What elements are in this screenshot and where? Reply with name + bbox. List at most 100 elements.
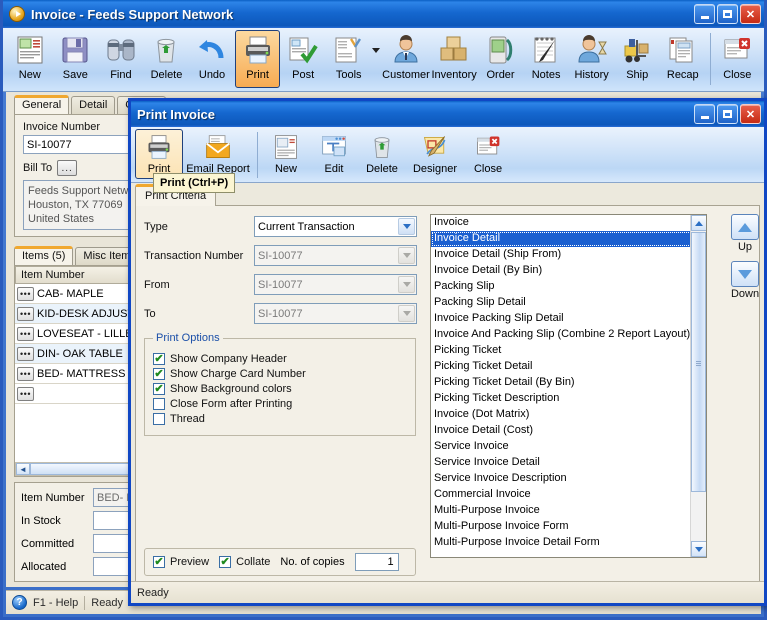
checkbox-icon[interactable]	[219, 556, 232, 568]
toolbar-label: Close	[723, 69, 752, 81]
checkbox-icon[interactable]	[153, 368, 165, 380]
dialog-button-edit[interactable]: Edit	[310, 129, 358, 179]
toolbar-label: Print	[246, 69, 269, 81]
toolbar-button-undo[interactable]: Undo	[189, 30, 235, 88]
toolbar-button-new[interactable]: New	[7, 30, 53, 88]
type-combobox[interactable]: Current Transaction	[254, 216, 417, 237]
list-item[interactable]: Picking Ticket Description	[431, 391, 706, 407]
detail-label-item-number: Item Number	[21, 491, 85, 504]
from-combobox[interactable]: SI-10077	[254, 274, 417, 295]
dialog-button-designer[interactable]: Designer	[406, 129, 464, 179]
move-down-button[interactable]	[731, 261, 759, 287]
list-item[interactable]: Service Invoice Detail	[431, 455, 706, 471]
checkbox-preview[interactable]: Preview	[153, 556, 209, 568]
tab-items[interactable]: Items (5)	[14, 246, 74, 265]
move-up-button[interactable]	[731, 214, 759, 240]
minimize-button[interactable]	[694, 4, 715, 24]
checkbox-label: Show Company Header	[170, 353, 287, 365]
tab-general[interactable]: General	[14, 95, 70, 114]
main-titlebar[interactable]: Invoice - Feeds Support Network ✕	[3, 0, 764, 28]
dialog-button-print[interactable]: Print	[135, 129, 183, 179]
toolbar-button-history[interactable]: History	[569, 30, 615, 88]
toolbar-button-tools[interactable]: Tools	[326, 30, 372, 88]
list-item[interactable]: Invoice And Packing Slip (Combine 2 Repo…	[431, 327, 706, 343]
toolbar-button-save[interactable]: Save	[53, 30, 99, 88]
scroll-up-icon[interactable]	[691, 215, 706, 231]
chevron-down-icon[interactable]	[398, 218, 415, 235]
row-lookup-icon[interactable]: •••	[17, 306, 34, 321]
checkbox-close-form-after-printing[interactable]: Close Form after Printing	[153, 398, 407, 410]
toolbar-button-find[interactable]: Find	[98, 30, 144, 88]
list-item[interactable]: Multi-Purpose Invoice Form	[431, 519, 706, 535]
report-list[interactable]: Invoice Invoice Detail Invoice Detail (S…	[430, 214, 707, 558]
checkbox-show-background-colors[interactable]: Show Background colors	[153, 383, 407, 395]
help-text[interactable]: F1 - Help	[33, 597, 78, 609]
dialog-minimize-button[interactable]	[694, 104, 715, 124]
dialog-close-button[interactable]: ✕	[740, 104, 761, 124]
dialog-button-email-report[interactable]: Email Report	[183, 129, 253, 179]
list-item[interactable]: Service Invoice Description	[431, 471, 706, 487]
row-lookup-icon[interactable]: •••	[17, 386, 34, 401]
tools-dropdown-caret[interactable]	[371, 48, 380, 53]
list-item[interactable]: Multi-Purpose Invoice	[431, 503, 706, 519]
checkbox-icon[interactable]	[153, 556, 165, 568]
list-item[interactable]: Picking Ticket	[431, 343, 706, 359]
report-list-scrollbar[interactable]	[690, 215, 706, 557]
toolbar-button-inventory[interactable]: Inventory	[431, 30, 478, 88]
list-item[interactable]: Commercial Invoice	[431, 487, 706, 503]
list-item[interactable]: Invoice (Dot Matrix)	[431, 407, 706, 423]
dialog-button-delete[interactable]: Delete	[358, 129, 406, 179]
row-lookup-icon[interactable]: •••	[17, 366, 34, 381]
toolbar-button-ship[interactable]: Ship	[614, 30, 660, 88]
dialog-button-new[interactable]: New	[262, 129, 310, 179]
toolbar-button-order[interactable]: Order	[478, 30, 524, 88]
row-lookup-icon[interactable]: •••	[17, 346, 34, 361]
checkbox-icon[interactable]	[153, 413, 165, 425]
checkbox-collate[interactable]: Collate	[219, 556, 270, 568]
scroll-down-icon[interactable]	[691, 541, 706, 557]
to-label: To	[144, 307, 156, 320]
checkbox-icon[interactable]	[153, 398, 165, 410]
list-item[interactable]: Service Invoice	[431, 439, 706, 455]
dialog-button-close[interactable]: Close	[464, 129, 512, 179]
to-combobox[interactable]: SI-10077	[254, 303, 417, 324]
checkbox-icon[interactable]	[153, 383, 165, 395]
list-item[interactable]: Packing Slip	[431, 279, 706, 295]
bill-to-lookup-button[interactable]: ...	[57, 160, 78, 176]
list-item[interactable]: Picking Ticket Detail	[431, 359, 706, 375]
toolbar-button-notes[interactable]: Notes	[523, 30, 569, 88]
row-lookup-icon[interactable]: •••	[17, 286, 34, 301]
maximize-button[interactable]	[717, 4, 738, 24]
list-item[interactable]: Packing Slip Detail	[431, 295, 706, 311]
close-button[interactable]: ✕	[740, 4, 761, 24]
bill-to-label: Bill To	[23, 162, 53, 174]
row-lookup-icon[interactable]: •••	[17, 326, 34, 341]
checkbox-show-charge-card-number[interactable]: Show Charge Card Number	[153, 368, 407, 380]
copies-input[interactable]: 1	[354, 553, 399, 571]
list-item[interactable]: Invoice Detail (By Bin)	[431, 263, 706, 279]
dialog-titlebar[interactable]: Print Invoice ✕	[131, 101, 764, 127]
list-item[interactable]: Multi-Purpose Invoice Detail Form	[431, 535, 706, 551]
list-item[interactable]: Invoice Detail (Cost)	[431, 423, 706, 439]
tab-detail[interactable]: Detail	[71, 96, 116, 114]
checkbox-icon[interactable]	[153, 353, 165, 365]
scrollbar-thumb[interactable]	[691, 232, 706, 492]
checkbox-show-company-header[interactable]: Show Company Header	[153, 353, 407, 365]
list-item[interactable]: Invoice Detail (Ship From)	[431, 247, 706, 263]
dialog-maximize-button[interactable]	[717, 104, 738, 124]
help-icon[interactable]: ?	[12, 595, 27, 610]
checkbox-thread[interactable]: Thread	[153, 413, 407, 425]
list-item[interactable]: Picking Ticket Detail (By Bin)	[431, 375, 706, 391]
list-item[interactable]: Invoice	[431, 215, 706, 231]
list-item-selected[interactable]: Invoice Detail	[431, 231, 706, 247]
toolbar-button-delete[interactable]: Delete	[144, 30, 190, 88]
toolbar-label: Ship	[626, 69, 649, 81]
toolbar-button-recap[interactable]: Recap	[660, 30, 706, 88]
transaction-number-combobox[interactable]: SI-10077	[254, 245, 417, 266]
toolbar-button-close[interactable]: Close	[714, 30, 760, 88]
toolbar-button-customer[interactable]: Customer	[382, 30, 431, 88]
scroll-left-icon[interactable]: ◄	[16, 463, 30, 475]
toolbar-button-print[interactable]: Print	[234, 30, 281, 88]
toolbar-button-post[interactable]: Post	[280, 30, 326, 88]
list-item[interactable]: Invoice Packing Slip Detail	[431, 311, 706, 327]
